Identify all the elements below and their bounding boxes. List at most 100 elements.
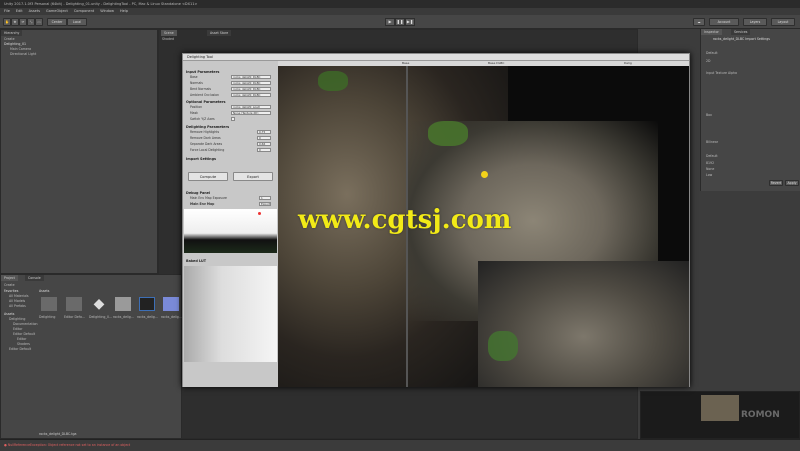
menu-help[interactable]: Help [120,8,128,15]
env-map-marker[interactable] [258,212,261,215]
menu-assets[interactable]: Assets [29,8,40,15]
tab-inspector[interactable]: Inspector [701,29,722,35]
menu-file[interactable]: File [4,8,10,15]
pivot-toggle[interactable]: Center [47,18,67,26]
folder-root[interactable]: Assets [4,312,14,316]
pause-button[interactable]: ❚❚ [395,18,405,26]
env-map-preview [184,209,277,253]
remove-highlights-value[interactable]: 0.75 [257,130,271,134]
normals-texture-field[interactable]: rocks_delight_DLBC [231,81,271,85]
move-tool-button[interactable]: ✥ [11,18,19,26]
step-button[interactable]: ▶❚ [405,18,415,26]
favorite-item[interactable]: All Models [9,299,25,303]
tab-hierarchy[interactable]: Hierarchy [1,30,23,36]
folder-item[interactable]: Delighting [9,317,25,321]
breadcrumb[interactable]: Assets [39,289,49,293]
compute-button[interactable]: Compute [188,172,228,181]
base-texture-field[interactable]: rocks_delight_DLBC [231,75,271,79]
force-local-delighting-value[interactable]: 0 [257,148,271,152]
debug-export-button[interactable]: Export [259,202,271,206]
project-create-dropdown[interactable]: Create [4,283,15,287]
position-texture-field[interactable]: rocks_delight_posit [231,105,271,109]
play-button[interactable]: ▶ [385,18,395,26]
export-button[interactable]: Export [233,172,273,181]
layout-dropdown[interactable]: Layout [771,18,795,26]
revert-button[interactable]: Revert [769,180,783,186]
folder-item[interactable]: Editor Default [9,347,31,351]
remove-dark-areas-value[interactable]: 0 [257,136,271,140]
folder-icon[interactable] [66,297,82,311]
error-icon: ● [4,443,7,447]
ao-texture-field[interactable]: rocks_delight_DLBC [231,93,271,97]
input-parameters-header[interactable]: Input Parameters [186,70,219,74]
texture-shape-field[interactable]: 2D [706,59,710,63]
menu-component[interactable]: Component [74,8,94,15]
apply-button[interactable]: Apply [785,180,799,186]
hierarchy-item[interactable]: Main Camera [10,47,31,51]
hierarchy-item[interactable]: Directional Light [10,52,36,56]
folder-icon[interactable] [41,297,57,311]
unity-scene-icon[interactable]: ◆ [91,297,107,311]
preview-brand: ROMON [741,410,780,420]
separate-dark-areas-value[interactable]: 0.66 [257,142,271,146]
import-settings-header[interactable]: Import Settings [186,157,216,161]
texture-thumbnail[interactable] [115,297,131,311]
folder-item[interactable]: Editor [17,337,26,341]
menu-gameobject[interactable]: GameObject [46,8,68,15]
asset-label: Delighting [39,315,56,319]
folder-item[interactable]: Editor [13,327,22,331]
normal-map-thumbnail[interactable] [163,297,179,311]
filter-mode-field[interactable]: Bilinear [706,140,718,144]
inspector-panel: Inspector Services rocks_delight_DLBC Im… [700,29,800,191]
favorite-item[interactable]: All Materials [9,294,29,298]
rotate-tool-button[interactable]: ⟳ [19,18,27,26]
input-label: Bent Normals [190,87,211,91]
texture-type-field[interactable]: Default [706,51,718,55]
mask-texture-field[interactable]: None (Texture 2D) [231,111,271,115]
rect-tool-button[interactable]: ▭ [35,18,43,26]
input-label: Normals [190,81,203,85]
folder-item[interactable]: Documentation [13,322,38,326]
compression-field[interactable]: None [706,167,714,171]
max-size-field[interactable]: 8192 [706,161,714,165]
asset-label: Editor Defa... [64,315,85,319]
create-dropdown[interactable]: Create [4,37,15,41]
menu-window[interactable]: Window [100,8,114,15]
inspector-title: rocks_delight_DLBC Import Settings [713,37,770,41]
wrap-mode-field[interactable]: Box [706,113,712,117]
alpha-source-field[interactable]: Input Texture Alpha [706,71,737,75]
env-exposure-value[interactable]: 1 [259,196,271,200]
tab-project[interactable]: Project [1,275,18,281]
favorites-header[interactable]: Favorites [4,289,18,293]
menu-edit[interactable]: Edit [16,8,23,15]
light-direction-handle[interactable] [481,171,488,178]
delighting-parameters-header[interactable]: Delighting Parameters [186,125,229,129]
delight-label: Force Local Delighting [190,148,225,152]
switch-axes-checkbox[interactable] [231,117,235,121]
scene-root[interactable]: Delighting_01 [4,42,26,46]
status-error-message[interactable]: NullReferenceException: Object reference… [8,443,130,447]
favorite-item[interactable]: All Prefabs [9,304,26,308]
tab-asset-store[interactable]: Asset Store [207,30,232,36]
bent-normals-texture-field[interactable]: rocks_delight_DLBC [231,87,271,91]
viewport-label-delig: Delig [624,61,632,65]
debug-panel-header[interactable]: Debug Panel [186,191,210,195]
tab-services[interactable]: Services [731,29,751,35]
account-dropdown[interactable]: Account [709,18,739,26]
cloud-icon[interactable]: ☁ [693,18,705,26]
scale-tool-button[interactable]: ⤡ [27,18,35,26]
scene-mode-dropdown[interactable]: Shaded [162,37,174,41]
folder-item[interactable]: Shaders [17,342,30,346]
folder-item[interactable]: Editor Default [13,332,35,336]
hand-tool-button[interactable]: ✋ [3,18,11,26]
tab-console[interactable]: Console [25,275,44,281]
layers-dropdown[interactable]: Layers [743,18,767,26]
optional-parameters-header[interactable]: Optional Parameters [186,100,226,104]
tab-scene[interactable]: Scene [161,30,177,36]
quality-field[interactable]: Low [706,173,712,177]
platform-default-field[interactable]: Default [706,154,718,158]
window-title-bar: Unity 2017.1.0f3 Personal (64bit) - Deli… [0,0,800,8]
space-toggle[interactable]: Local [67,18,87,26]
texture-thumbnail-selected[interactable] [139,297,155,311]
preview-panel: ROMON [640,391,800,439]
